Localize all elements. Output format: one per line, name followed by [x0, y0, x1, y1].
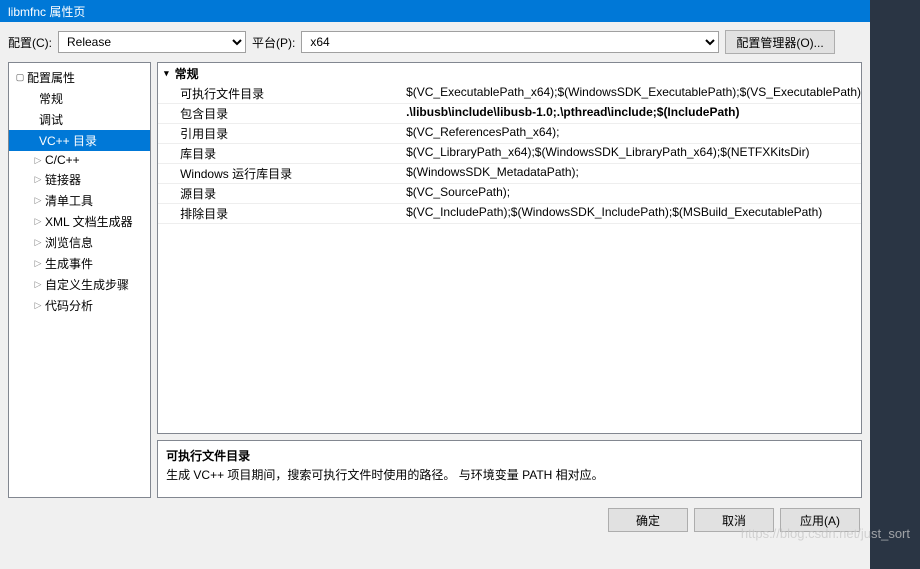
- grid-row[interactable]: Windows 运行库目录 $(WindowsSDK_MetadataPath)…: [158, 164, 861, 184]
- tree-item-label: 自定义生成步骤: [45, 276, 129, 293]
- caret-down-icon: ▾: [164, 68, 169, 79]
- tree-item-xmldoc[interactable]: ▷ XML 文档生成器: [9, 211, 150, 232]
- grid-row[interactable]: 包含目录 .\libusb\include\libusb-1.0;.\pthre…: [158, 104, 861, 124]
- main-area: ▢ 配置属性 常规 调试 VC++ 目录 ▷ C/C++ ▷ 链接器 ▷: [0, 62, 870, 498]
- grid-row-value[interactable]: $(VC_ReferencesPath_x64);: [406, 125, 861, 142]
- grid-row-value[interactable]: $(VC_LibraryPath_x64);$(WindowsSDK_Libra…: [406, 145, 861, 162]
- config-label: 配置(C):: [8, 34, 52, 51]
- platform-select[interactable]: x64: [301, 31, 719, 53]
- tree-item-label: 生成事件: [45, 255, 93, 272]
- grid-row[interactable]: 可执行文件目录 $(VC_ExecutablePath_x64);$(Windo…: [158, 84, 861, 104]
- tree-item-custom-build[interactable]: ▷ 自定义生成步骤: [9, 274, 150, 295]
- grid-row-value[interactable]: $(VC_SourcePath);: [406, 185, 861, 202]
- description-panel: 可执行文件目录 生成 VC++ 项目期间，搜索可执行文件时使用的路径。 与环境变…: [157, 440, 862, 498]
- tree-item-debug[interactable]: 调试: [9, 109, 150, 130]
- description-text: 生成 VC++ 项目期间，搜索可执行文件时使用的路径。 与环境变量 PATH 相…: [166, 466, 853, 483]
- tree-item-linker[interactable]: ▷ 链接器: [9, 169, 150, 190]
- grid-section-header[interactable]: ▾ 常规: [158, 63, 861, 84]
- tree-item-general[interactable]: 常规: [9, 88, 150, 109]
- grid-row-label: 库目录: [158, 145, 406, 162]
- caret-right-icon: ▷: [33, 195, 43, 206]
- tree-item-label: C/C++: [45, 153, 80, 167]
- grid-row[interactable]: 引用目录 $(VC_ReferencesPath_x64);: [158, 124, 861, 144]
- grid-section-label: 常规: [175, 65, 199, 82]
- property-tree[interactable]: ▢ 配置属性 常规 调试 VC++ 目录 ▷ C/C++ ▷ 链接器 ▷: [8, 62, 151, 498]
- tree-root-label: 配置属性: [27, 69, 75, 86]
- caret-right-icon: ▷: [33, 155, 43, 166]
- background-strip: [870, 0, 920, 569]
- tree-item-label: 浏览信息: [45, 234, 93, 251]
- ok-button[interactable]: 确定: [608, 508, 688, 532]
- config-select[interactable]: Release: [58, 31, 246, 53]
- tree-item-label: 代码分析: [45, 297, 93, 314]
- tree-root[interactable]: ▢ 配置属性: [9, 67, 150, 88]
- config-toolbar: 配置(C): Release 平台(P): x64 配置管理器(O)...: [0, 22, 870, 62]
- grid-row-value[interactable]: .\libusb\include\libusb-1.0;.\pthread\in…: [406, 105, 861, 122]
- grid-row-value[interactable]: $(WindowsSDK_MetadataPath);: [406, 165, 861, 182]
- titlebar: libmfnc 属性页 ? ✕: [0, 0, 920, 22]
- right-pane: ▾ 常规 可执行文件目录 $(VC_ExecutablePath_x64);$(…: [157, 62, 862, 498]
- grid-row[interactable]: 排除目录 $(VC_IncludePath);$(WindowsSDK_Incl…: [158, 204, 861, 224]
- grid-row-label: 包含目录: [158, 105, 406, 122]
- dialog-footer: 确定 取消 应用(A): [0, 498, 870, 532]
- tree-item-label: 链接器: [45, 171, 81, 188]
- grid-row[interactable]: 源目录 $(VC_SourcePath);: [158, 184, 861, 204]
- grid-row-label: 引用目录: [158, 125, 406, 142]
- tree-item-label: 调试: [39, 111, 63, 128]
- caret-right-icon: ▷: [33, 279, 43, 290]
- caret-right-icon: ▷: [33, 258, 43, 269]
- caret-right-icon: ▷: [33, 237, 43, 248]
- tree-item-label: XML 文档生成器: [45, 213, 133, 230]
- grid-row-label: 排除目录: [158, 205, 406, 222]
- grid-row-label: 可执行文件目录: [158, 85, 406, 102]
- caret-right-icon: ▷: [33, 174, 43, 185]
- tree-item-manifest[interactable]: ▷ 清单工具: [9, 190, 150, 211]
- platform-label: 平台(P):: [252, 34, 295, 51]
- caret-right-icon: ▷: [33, 216, 43, 227]
- window-title: libmfnc 属性页: [8, 3, 85, 20]
- grid-row-label: Windows 运行库目录: [158, 165, 406, 182]
- property-grid[interactable]: ▾ 常规 可执行文件目录 $(VC_ExecutablePath_x64);$(…: [157, 62, 862, 434]
- grid-row-label: 源目录: [158, 185, 406, 202]
- tree-item-label: 清单工具: [45, 192, 93, 209]
- tree-item-code-analysis[interactable]: ▷ 代码分析: [9, 295, 150, 316]
- grid-row-value[interactable]: $(VC_ExecutablePath_x64);$(WindowsSDK_Ex…: [406, 85, 861, 102]
- tree-item-label: VC++ 目录: [39, 132, 97, 149]
- description-title: 可执行文件目录: [166, 447, 853, 464]
- tree-item-label: 常规: [39, 90, 63, 107]
- grid-row[interactable]: 库目录 $(VC_LibraryPath_x64);$(WindowsSDK_L…: [158, 144, 861, 164]
- caret-down-icon: ▢: [15, 72, 25, 83]
- cancel-button[interactable]: 取消: [694, 508, 774, 532]
- property-dialog: 配置(C): Release 平台(P): x64 配置管理器(O)... ▢ …: [0, 22, 870, 569]
- tree-item-build-events[interactable]: ▷ 生成事件: [9, 253, 150, 274]
- grid-row-value[interactable]: $(VC_IncludePath);$(WindowsSDK_IncludePa…: [406, 205, 861, 222]
- apply-button[interactable]: 应用(A): [780, 508, 860, 532]
- tree-item-cpp[interactable]: ▷ C/C++: [9, 151, 150, 169]
- config-manager-button[interactable]: 配置管理器(O)...: [725, 30, 834, 54]
- tree-item-vcdir[interactable]: VC++ 目录: [9, 130, 150, 151]
- tree-item-browse[interactable]: ▷ 浏览信息: [9, 232, 150, 253]
- caret-right-icon: ▷: [33, 300, 43, 311]
